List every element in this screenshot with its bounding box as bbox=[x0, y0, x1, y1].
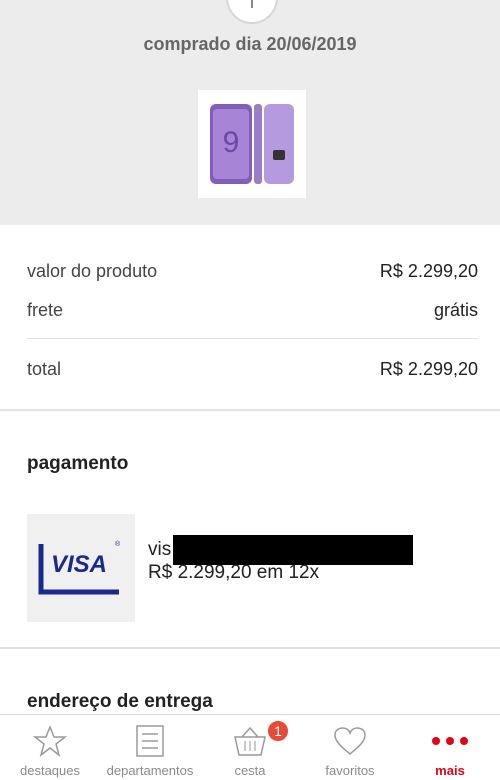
purchase-date: comprado dia 20/06/2019 bbox=[143, 34, 357, 54]
product-image[interactable]: 9 bbox=[198, 90, 306, 198]
summary-divider bbox=[27, 338, 478, 339]
product-value: R$ 2.299,20 bbox=[379, 261, 478, 281]
svg-text:9: 9 bbox=[223, 126, 240, 159]
order-summary: valor do produto R$ 2.299,20 frete gráti… bbox=[0, 225, 500, 411]
total-value: R$ 2.299,20 bbox=[379, 359, 478, 379]
installments: R$ 2.299,20 em 12x bbox=[148, 562, 320, 583]
tab-label: destaques bbox=[20, 763, 80, 778]
product-value-row: valor do produto R$ 2.299,20 bbox=[27, 261, 478, 282]
tab-label: cesta bbox=[234, 763, 266, 778]
tab-mais[interactable]: mais bbox=[400, 715, 500, 780]
basket-icon bbox=[232, 719, 268, 763]
list-icon bbox=[135, 719, 165, 763]
card-name-prefix: vis bbox=[148, 539, 172, 560]
total-row: total R$ 2.299,20 bbox=[27, 359, 478, 380]
shipping-value: grátis bbox=[433, 300, 478, 320]
shipping-row: frete grátis bbox=[27, 300, 478, 321]
svg-text:®: ® bbox=[115, 540, 121, 548]
heart-icon bbox=[333, 719, 367, 763]
bottom-tab-bar: destaques departamentos cesta favoritos … bbox=[0, 714, 500, 780]
tab-favoritos[interactable]: favoritos bbox=[300, 715, 400, 780]
shipping-label: frete bbox=[27, 300, 64, 320]
card-name: vis bbox=[148, 535, 414, 565]
more-icon bbox=[430, 719, 470, 763]
package-icon bbox=[226, 0, 278, 24]
tab-label: departamentos bbox=[106, 763, 194, 778]
visa-card-image: VISA ® bbox=[27, 514, 135, 622]
tab-label: mais bbox=[435, 763, 465, 778]
total-label: total bbox=[27, 359, 62, 379]
star-icon bbox=[33, 719, 67, 763]
product-value-label: valor do produto bbox=[27, 261, 158, 281]
address-title: endereço de entrega bbox=[27, 691, 213, 712]
tab-departamentos[interactable]: departamentos bbox=[100, 715, 200, 780]
payment-section: pagamento VISA ® vis R$ 2.299,20 em 12x bbox=[0, 411, 500, 649]
tab-destaques[interactable]: destaques bbox=[0, 715, 100, 780]
svg-text:VISA: VISA bbox=[51, 551, 107, 578]
basket-count-badge: 1 bbox=[266, 719, 290, 743]
redacted-card-number bbox=[173, 535, 414, 565]
order-header: comprado dia 20/06/2019 9 bbox=[0, 0, 500, 225]
tab-label: favoritos bbox=[325, 763, 375, 778]
payment-title: pagamento bbox=[27, 453, 129, 474]
